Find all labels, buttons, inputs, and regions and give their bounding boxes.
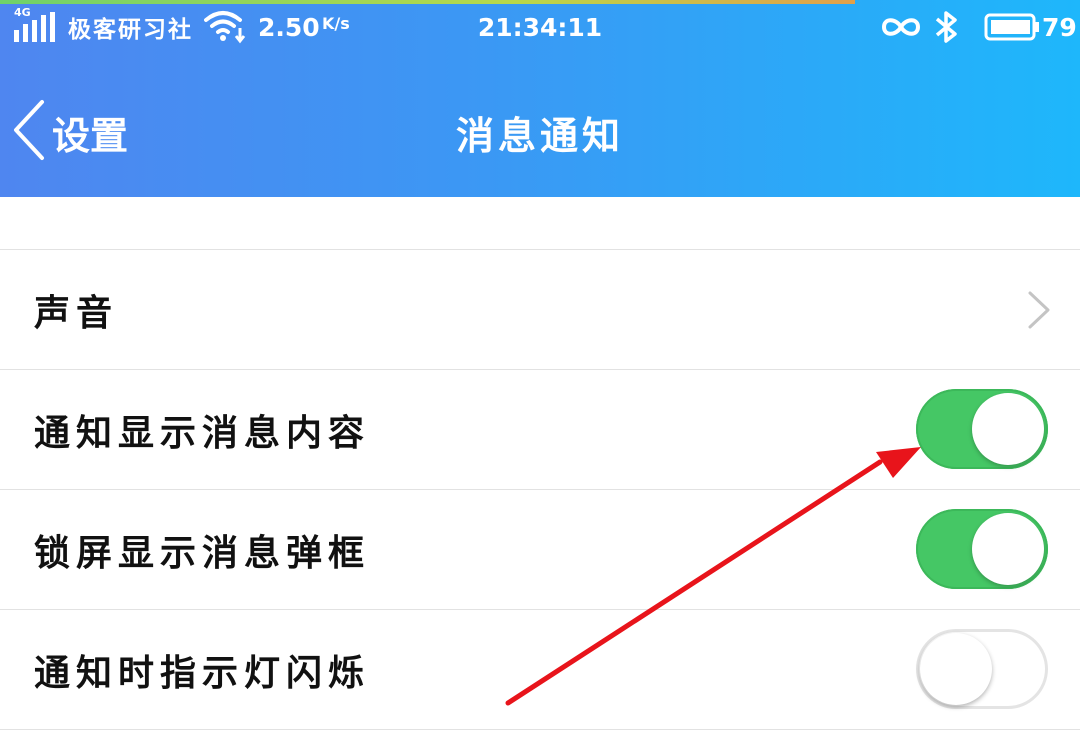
setting-label: 锁屏显示消息弹框 <box>34 533 371 574</box>
indicator-light-toggle[interactable] <box>916 629 1048 709</box>
status-bar: 4G 极客研习社 2.50 K/s 21:34:11 79 <box>0 4 1080 50</box>
toggle-knob <box>920 633 992 705</box>
setting-row-lockscreen-popup: 锁屏显示消息弹框 <box>0 490 1080 610</box>
infinity-icon <box>880 4 922 50</box>
nav-bar: 设置 消息通知 <box>0 60 1080 197</box>
network-speed: 2.50 <box>258 12 320 42</box>
back-button[interactable]: 设置 <box>12 100 128 164</box>
show-content-toggle[interactable] <box>916 389 1048 469</box>
setting-row-show-content: 通知显示消息内容 <box>0 370 1080 490</box>
setting-label: 声音 <box>34 293 119 334</box>
network-speed-unit: K/s <box>322 13 350 33</box>
bluetooth-icon <box>934 4 960 50</box>
chevron-right-icon <box>1024 290 1054 330</box>
setting-label: 通知显示消息内容 <box>34 413 371 454</box>
page-title: 消息通知 <box>455 113 624 158</box>
lockscreen-popup-toggle[interactable] <box>916 509 1048 589</box>
back-chevron-icon <box>12 99 46 165</box>
setting-row-sound[interactable]: 声音 <box>0 250 1080 370</box>
back-label: 设置 <box>52 113 129 158</box>
battery-icon <box>984 4 1040 50</box>
setting-label: 通知时指示灯闪烁 <box>34 653 371 694</box>
list-top-gap <box>0 197 1080 250</box>
settings-list: 声音 通知显示消息内容 锁屏显示消息弹框 通知时指示灯闪烁 <box>0 250 1080 730</box>
battery-level: 79 <box>1042 12 1077 42</box>
header: 4G 极客研习社 2.50 K/s 21:34:11 79 设置 消息通知 <box>0 0 1080 197</box>
signal-icon <box>14 4 60 50</box>
setting-row-indicator-light: 通知时指示灯闪烁 <box>0 610 1080 730</box>
wifi-icon <box>204 4 246 50</box>
toggle-knob <box>972 393 1044 465</box>
carrier-name: 极客研习社 <box>68 17 193 43</box>
toggle-knob <box>972 513 1044 585</box>
